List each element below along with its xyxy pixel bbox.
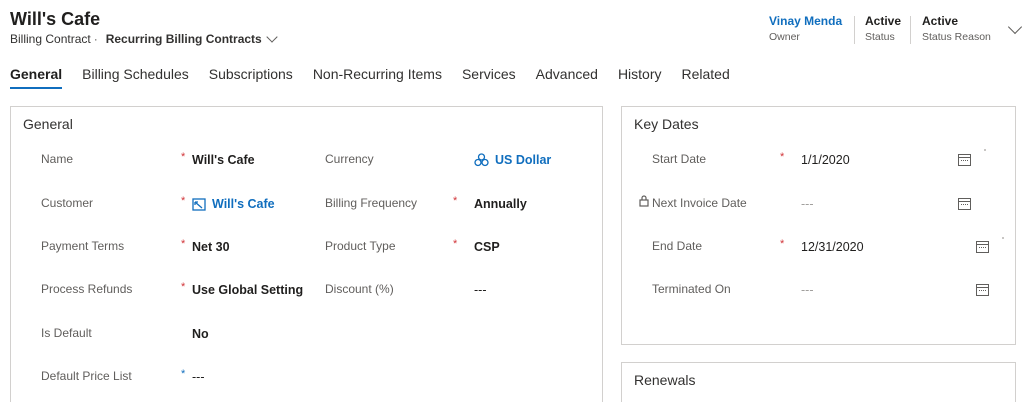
field-label: Customer — [41, 196, 94, 210]
header-divider — [854, 16, 855, 44]
account-icon — [192, 197, 206, 211]
tab-general[interactable]: General — [10, 66, 63, 89]
field-label: Name — [41, 152, 74, 166]
terminated-on-value[interactable]: --- — [801, 283, 814, 297]
tab-history[interactable]: History — [618, 66, 662, 89]
customer-value[interactable]: Will's Cafe — [212, 197, 275, 211]
discount-value[interactable]: --- — [474, 283, 487, 297]
entity-name: Billing Contract — [10, 32, 91, 46]
renewals-section-title: Renewals — [634, 372, 696, 388]
header-status-reason-field: Active Status Reason — [922, 14, 991, 43]
field-label: Product Type — [325, 239, 396, 253]
field-label: Billing Frequency — [325, 196, 418, 210]
required-marker: * — [453, 238, 458, 250]
chevron-down-icon[interactable] — [266, 31, 278, 43]
field-billing-frequency[interactable]: Billing Frequency * Annually — [307, 189, 591, 231]
process-refunds-value[interactable]: Use Global Setting — [192, 283, 303, 297]
field-label: Default Price List — [41, 369, 132, 383]
field-next-invoice-date: Next Invoice Date --- — [634, 189, 986, 231]
required-marker: * — [181, 151, 186, 163]
tab-non-recurring-items[interactable]: Non-Recurring Items — [313, 66, 442, 89]
owner-value[interactable]: Vinay Menda — [769, 14, 842, 28]
is-default-value[interactable]: No — [192, 327, 209, 341]
field-currency[interactable]: Currency US Dollar — [307, 145, 591, 187]
renewals-section: Renewals — [621, 362, 1016, 402]
calendar-icon[interactable] — [958, 154, 971, 166]
product-type-value[interactable]: CSP — [474, 240, 500, 254]
field-process-refunds[interactable]: Process Refunds * Use Global Setting — [23, 275, 307, 317]
status-reason-label: Status Reason — [922, 31, 991, 43]
view-selector[interactable]: Recurring Billing Contracts — [106, 32, 262, 46]
resize-tick — [984, 149, 986, 151]
required-marker: * — [181, 238, 186, 250]
field-name[interactable]: Name * Will's Cafe — [23, 145, 307, 187]
status-value: Active — [865, 14, 902, 28]
header-divider — [910, 16, 911, 44]
tab-billing-schedules[interactable]: Billing Schedules — [82, 66, 189, 89]
billing-frequency-value[interactable]: Annually — [474, 197, 527, 211]
tab-advanced[interactable]: Advanced — [536, 66, 598, 89]
field-label: Discount (%) — [325, 282, 394, 296]
field-customer[interactable]: Customer * Will's Cafe — [23, 189, 307, 231]
tab-services[interactable]: Services — [462, 66, 516, 89]
expand-header-chevron-icon[interactable] — [1007, 19, 1023, 35]
field-product-type[interactable]: Product Type * CSP — [307, 232, 591, 274]
status-label: Status — [865, 31, 895, 43]
field-label: Next Invoice Date — [652, 196, 747, 210]
required-marker: * — [780, 151, 785, 163]
calendar-icon[interactable] — [976, 284, 989, 296]
tab-subscriptions[interactable]: Subscriptions — [209, 66, 293, 89]
currency-lookup[interactable]: US Dollar — [474, 153, 551, 167]
field-terminated-on[interactable]: Terminated On --- — [634, 275, 1004, 317]
next-invoice-date-value: --- — [801, 197, 814, 211]
recommended-marker: * — [181, 368, 186, 380]
field-end-date[interactable]: End Date * 12/31/2020 — [634, 232, 1004, 274]
tab-bar: General Billing Schedules Subscriptions … — [10, 66, 750, 89]
key-dates-section: Key Dates Start Date * 1/1/2020 Next Inv… — [621, 106, 1016, 345]
currency-value[interactable]: US Dollar — [495, 153, 551, 167]
subtitle-separator: · — [93, 32, 98, 46]
calendar-icon — [958, 198, 971, 210]
required-marker: * — [780, 238, 785, 250]
header-owner-field[interactable]: Vinay Menda Owner — [769, 14, 842, 43]
field-payment-terms[interactable]: Payment Terms * Net 30 — [23, 232, 307, 274]
field-label: Start Date — [652, 152, 707, 166]
lock-icon — [639, 195, 649, 207]
customer-lookup[interactable]: Will's Cafe — [192, 197, 275, 211]
currency-icon — [474, 153, 489, 167]
field-label: Payment Terms — [41, 239, 125, 253]
payment-terms-value[interactable]: Net 30 — [192, 240, 230, 254]
tab-related[interactable]: Related — [682, 66, 730, 89]
field-is-default[interactable]: Is Default No — [23, 319, 307, 361]
owner-label: Owner — [769, 31, 800, 43]
status-reason-value: Active — [922, 14, 959, 28]
field-label: Currency — [325, 152, 374, 166]
general-section-title: General — [23, 116, 73, 132]
end-date-value[interactable]: 12/31/2020 — [801, 240, 864, 254]
field-start-date[interactable]: Start Date * 1/1/2020 — [634, 145, 986, 187]
required-marker: * — [453, 195, 458, 207]
required-marker: * — [181, 281, 186, 293]
default-price-list-value[interactable]: --- — [192, 370, 205, 384]
key-dates-section-title: Key Dates — [634, 116, 699, 132]
field-label: Process Refunds — [41, 282, 133, 296]
field-default-price-list[interactable]: Default Price List * --- — [23, 362, 307, 402]
record-title: Will's Cafe — [10, 9, 101, 29]
field-label: Is Default — [41, 326, 92, 340]
start-date-value[interactable]: 1/1/2020 — [801, 153, 850, 167]
field-discount[interactable]: Discount (%) --- — [307, 275, 591, 317]
name-value[interactable]: Will's Cafe — [192, 153, 255, 167]
record-subtitle: Billing Contract · Recurring Billing Con… — [10, 31, 278, 46]
calendar-icon[interactable] — [976, 241, 989, 253]
resize-tick — [1002, 237, 1004, 239]
field-label: Terminated On — [652, 282, 731, 296]
header-status-field: Active Status — [865, 14, 901, 43]
field-label: End Date — [652, 239, 703, 253]
general-section: General Name * Will's Cafe Customer * Wi… — [10, 106, 603, 402]
required-marker: * — [181, 195, 186, 207]
